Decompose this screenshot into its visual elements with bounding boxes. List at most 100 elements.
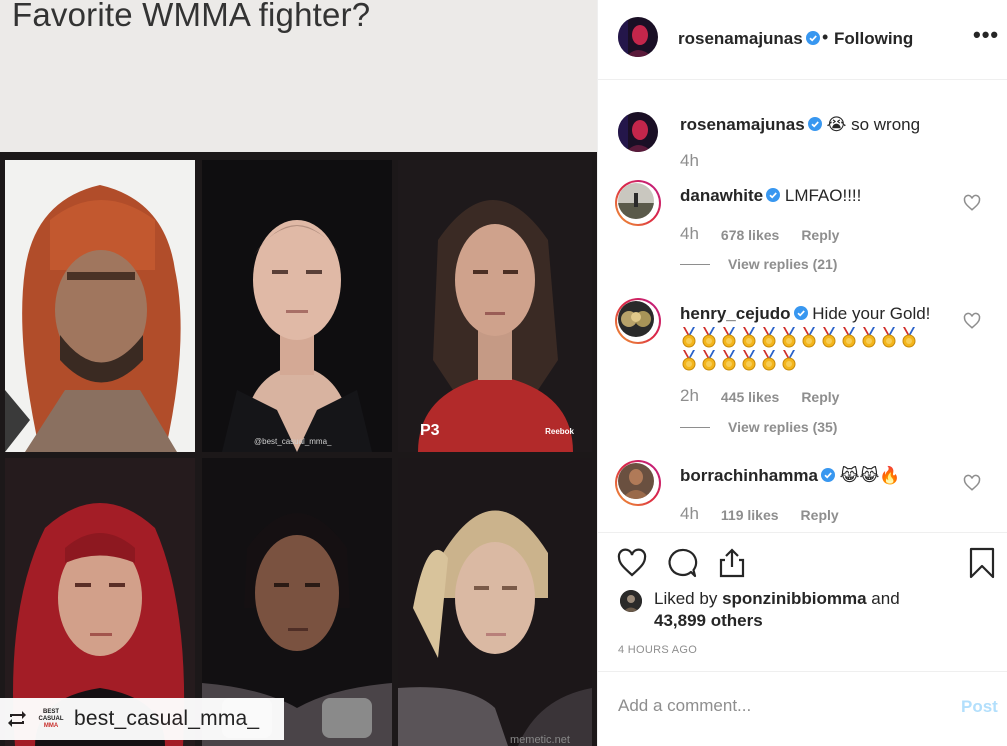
gold-medal-icon	[842, 327, 856, 348]
comment-time[interactable]: 2h	[680, 386, 699, 406]
footer-credit: memetic.net	[510, 734, 570, 746]
likes-summary: Liked by sponzinibbiomma and 43,899 othe…	[620, 588, 954, 632]
gold-medal-icon	[682, 327, 696, 348]
liked-by-user[interactable]: sponzinibbiomma	[722, 589, 867, 608]
fighter-photo-6-art	[398, 458, 592, 746]
replies-divider-line	[680, 426, 710, 428]
comment-bubble-icon[interactable]	[666, 547, 698, 579]
author-username-text[interactable]: rosenamajunas	[678, 29, 803, 48]
logo-line-3: MMA	[43, 722, 59, 729]
gold-medal-icon	[782, 327, 796, 348]
logo-line-1: BEST	[42, 708, 59, 715]
like-comment-heart-icon[interactable]	[963, 312, 981, 330]
header-separator: •	[822, 27, 829, 47]
commenter-avatar[interactable]	[618, 301, 654, 337]
author-username[interactable]: rosenamajunas	[678, 29, 820, 49]
fighter-photo-2-art	[202, 160, 392, 452]
gold-medal-icon	[682, 350, 696, 371]
view-replies-button[interactable]: View replies (21)	[680, 256, 837, 272]
liked-by-others[interactable]: 43,899 others	[654, 611, 763, 630]
fighter-grid: @best_casual_mma_ P3 Reebok	[0, 152, 597, 746]
view-replies-label[interactable]: View replies (21)	[728, 256, 837, 272]
commenter-avatar[interactable]	[618, 183, 654, 219]
comment-time[interactable]: 4h	[680, 224, 699, 244]
gold-medal-icon	[782, 350, 796, 371]
view-replies-label[interactable]: View replies (35)	[728, 419, 837, 435]
liked-by-text: Liked by sponzinibbiomma and 43,899 othe…	[654, 588, 954, 632]
like-heart-icon[interactable]	[616, 547, 648, 579]
comment-time[interactable]: 4h	[680, 504, 699, 524]
fighter-photo-1	[5, 160, 195, 452]
commenter-avatar[interactable]	[618, 463, 654, 499]
post-actions: Liked by sponzinibbiomma and 43,899 othe…	[598, 532, 1007, 672]
comment-body: rosenamajunas 😭 so wrong	[680, 113, 960, 136]
commenter-avatar[interactable]	[618, 112, 658, 152]
like-comment-heart-icon[interactable]	[963, 194, 981, 212]
gold-medal-icon	[742, 327, 756, 348]
comment-username[interactable]: borrachinhamma	[680, 466, 818, 485]
gold-medal-icon	[862, 327, 876, 348]
fighter-photo-6	[398, 458, 592, 746]
verified-badge-icon	[807, 117, 822, 131]
media-caption-area: Favorite WMMA fighter?	[0, 0, 597, 152]
comment-likes[interactable]: 445 likes	[721, 389, 779, 406]
post-side-panel: rosenamajunas • Following ••• rosenamaju…	[597, 0, 1007, 746]
comment-text: so wrong	[851, 115, 921, 134]
comment-text: LMFAO!!!!	[784, 186, 862, 205]
following-button[interactable]: Following	[834, 29, 913, 49]
post-time-ago[interactable]: 4 HOURS AGO	[618, 644, 697, 656]
liked-by-prefix: Liked by	[654, 589, 718, 608]
add-comment-input[interactable]	[618, 694, 918, 718]
comment-username[interactable]: henry_cejudo	[680, 304, 791, 323]
gold-medal-icon	[702, 327, 716, 348]
comment-username[interactable]: danawhite	[680, 186, 763, 205]
story-ring[interactable]	[615, 460, 661, 506]
author-avatar[interactable]	[618, 17, 658, 57]
verified-badge-icon	[805, 31, 820, 45]
comment-username[interactable]: rosenamajunas	[680, 115, 805, 134]
story-ring[interactable]	[615, 180, 661, 226]
comments-list[interactable]: rosenamajunas 😭 so wrong 4h danawhite LM…	[598, 81, 1007, 531]
view-replies-button[interactable]: View replies (35)	[680, 419, 837, 435]
gold-medal-icon	[702, 350, 716, 371]
replies-divider-line	[680, 263, 710, 265]
repost-bar[interactable]: BEST CASUAL MMA best_casual_mma_	[0, 698, 284, 740]
reply-button[interactable]: Reply	[801, 227, 839, 244]
story-ring[interactable]	[615, 298, 661, 344]
gold-medal-emojis	[680, 327, 920, 373]
comment-meta: 4h 678 likes Reply	[680, 224, 839, 244]
post-media[interactable]: Favorite WMMA fighter? @best_casual_mma_…	[0, 0, 597, 746]
comment-time[interactable]: 4h	[680, 151, 699, 171]
gold-medal-icon	[742, 350, 756, 371]
fighter-photo-3: P3 Reebok	[398, 160, 592, 452]
more-options-icon[interactable]: •••	[973, 22, 999, 48]
liked-by-and: and	[871, 589, 900, 608]
media-title: Favorite WMMA fighter?	[12, 0, 371, 33]
comment-likes[interactable]: 678 likes	[721, 227, 779, 244]
post-comment-button[interactable]: Post	[961, 697, 998, 717]
comment-body: borrachinhamma 😹😹🔥	[680, 464, 960, 487]
repost-username[interactable]: best_casual_mma_	[74, 707, 259, 731]
share-icon[interactable]	[716, 547, 748, 579]
verified-badge-icon	[820, 468, 835, 482]
repost-icon	[6, 709, 28, 729]
fighter-photo-3-art	[398, 160, 592, 452]
like-comment-heart-icon[interactable]	[963, 474, 981, 492]
best-casual-mma-logo: BEST CASUAL MMA	[36, 703, 66, 735]
liker-avatar[interactable]	[620, 590, 642, 612]
comment-text: 😹😹🔥	[839, 466, 901, 485]
comment-likes[interactable]: 119 likes	[721, 507, 779, 524]
reply-button[interactable]: Reply	[801, 507, 839, 524]
verified-badge-icon	[766, 188, 781, 202]
bookmark-icon[interactable]	[966, 547, 998, 579]
add-comment-bar: Post	[598, 671, 1007, 746]
p3-label: P3	[420, 422, 440, 439]
media-watermark: @best_casual_mma_	[254, 437, 332, 446]
comment-meta: 4h	[680, 151, 699, 171]
comment-meta: 2h 445 likes Reply	[680, 386, 839, 406]
reply-button[interactable]: Reply	[801, 389, 839, 406]
fighter-photo-2: @best_casual_mma_	[202, 160, 392, 452]
comment-meta: 4h 119 likes Reply	[680, 504, 839, 524]
verified-badge-icon	[793, 306, 808, 320]
logo-line-2: CASUAL	[38, 715, 64, 722]
